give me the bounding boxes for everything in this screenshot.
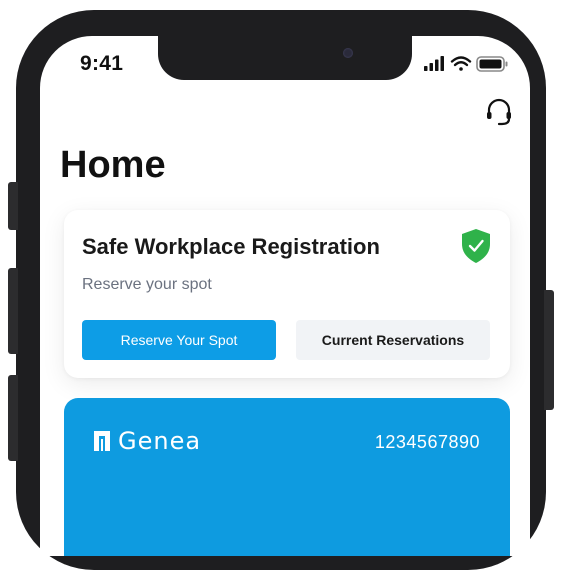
status-icons: [424, 54, 514, 74]
current-reservations-button[interactable]: Current Reservations: [296, 320, 490, 360]
front-camera: [343, 48, 353, 58]
card-number: 1234567890: [374, 432, 480, 452]
card-subtitle: Reserve your spot: [82, 276, 212, 293]
screen: 9:41 Home Safe Workplace Registration Re…: [40, 36, 530, 556]
headset-icon[interactable]: [484, 98, 514, 128]
shield-check-icon: [460, 228, 492, 264]
id-card[interactable]: Genea 1234567890: [64, 398, 510, 556]
genea-logo: Genea: [92, 427, 202, 455]
brand-name: Genea: [118, 427, 202, 455]
wifi-icon: [450, 56, 472, 71]
card-title: Safe Workplace Registration: [82, 234, 380, 259]
reserve-your-spot-button[interactable]: Reserve Your Spot: [82, 320, 276, 360]
device: 9:41 Home Safe Workplace Registration Re…: [16, 10, 546, 570]
genea-logo-icon: [94, 431, 110, 451]
signal-icon: [424, 56, 444, 71]
status-time: 9:41: [80, 52, 124, 75]
page-title: Home: [60, 144, 166, 186]
notch: [158, 36, 412, 80]
battery-icon: [476, 56, 508, 72]
safe-workplace-card: Safe Workplace Registration Reserve your…: [64, 210, 510, 378]
